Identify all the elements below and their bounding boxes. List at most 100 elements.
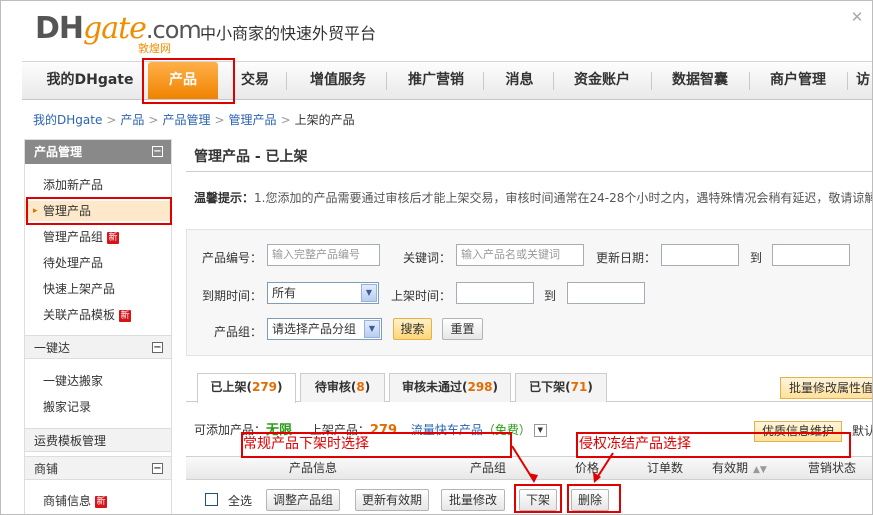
sidebar-section-product-management[interactable]: 产品管理 − xyxy=(25,140,171,164)
collapse-icon[interactable]: − xyxy=(152,342,163,353)
sort-icon[interactable]: ▲▼ xyxy=(753,465,767,475)
tab-paren: ) xyxy=(587,380,593,394)
nav-my-dhgate[interactable]: 我的DHgate xyxy=(40,62,140,99)
sidebar-item-pending-products[interactable]: 待处理产品 xyxy=(25,253,171,273)
table-header: 产品信息 产品组 价格 订单数 有效期 ▲▼ 营销状态 xyxy=(186,456,872,480)
sidebar-item-one-click-move[interactable]: 一键达搬家 xyxy=(25,371,171,391)
tab-rejected[interactable]: 审核未通过(298) xyxy=(389,373,511,402)
delist-button[interactable]: 下架 xyxy=(519,489,557,511)
listing-time-to-input[interactable] xyxy=(567,282,645,304)
tip-text: 温馨提示：1.您添加的产品需要通过审核后才能上架交易，审核时间通常在24-28个… xyxy=(194,189,872,206)
to-label: 到 xyxy=(544,289,557,303)
batch-attr-button[interactable]: 批量修改属性值 xyxy=(780,377,872,399)
group-value: 请选择产品分组 xyxy=(272,322,357,336)
breadcrumb-current: 上架的产品 xyxy=(294,113,355,127)
reset-button[interactable]: 重置 xyxy=(442,318,483,340)
sidebar-item-store-info[interactable]: 商铺信息新 xyxy=(25,491,171,511)
sidebar-item-label: 管理产品组 xyxy=(43,230,104,244)
sidebar-item-add-product[interactable]: 添加新产品 xyxy=(25,175,171,195)
nav-promotion[interactable]: 推广营销 xyxy=(396,62,476,99)
nav-separator xyxy=(386,72,387,90)
sidebar-section-store[interactable]: 商铺 − xyxy=(25,456,171,480)
breadcrumb-sep: > xyxy=(148,113,159,127)
tab-count: 298 xyxy=(467,380,493,394)
sidebar-section-one-click[interactable]: 一键达 − xyxy=(25,335,171,359)
update-date-from-input[interactable] xyxy=(661,244,739,266)
update-validity-button[interactable]: 更新有效期 xyxy=(355,489,429,511)
annotation-delist-note: 常规产品下架时选择 xyxy=(243,436,369,452)
nav-separator xyxy=(553,72,554,90)
breadcrumb-products[interactable]: 产品 xyxy=(120,113,144,127)
nav-funds[interactable]: 资金账户 xyxy=(562,62,642,99)
nav-trade[interactable]: 交易 xyxy=(230,62,280,99)
logo-gate: gate xyxy=(83,11,147,46)
nav-more[interactable]: 访 xyxy=(856,62,872,99)
nav-separator xyxy=(286,72,287,90)
select-all-label: 全选 xyxy=(228,494,253,508)
free-text: （免费） xyxy=(482,423,531,437)
logo-dh: DH xyxy=(35,11,84,46)
col-price: 价格 xyxy=(575,461,600,475)
tab-delisted[interactable]: 已下架(71) xyxy=(515,373,607,402)
sidebar-item-quick-listing[interactable]: 快速上架产品 xyxy=(25,279,171,299)
annotation-frozen-note: 侵权冻结产品选择 xyxy=(579,436,691,452)
tab-paren: ) xyxy=(364,380,371,394)
tab-listed[interactable]: 已上架(279) xyxy=(197,373,296,403)
tab-count: 279 xyxy=(251,380,278,394)
delete-button[interactable]: 删除 xyxy=(571,489,609,511)
flow-express-link[interactable]: 流量快车产品 xyxy=(411,423,483,437)
col-validity[interactable]: 有效期 ▲▼ xyxy=(712,457,767,479)
collapse-icon[interactable]: − xyxy=(152,146,163,157)
dropdown-arrow-icon[interactable]: ▼ xyxy=(533,424,547,437)
update-date-to-input[interactable] xyxy=(772,244,850,266)
keyword-input[interactable]: 输入产品名或关键词 xyxy=(456,244,584,266)
sidebar-item-label: 搬家记录 xyxy=(43,400,92,414)
nav-products[interactable]: 产品 xyxy=(148,62,218,99)
group-label: 产品组： xyxy=(214,325,263,339)
tab-pending-review[interactable]: 待审核(8) xyxy=(300,373,385,402)
dropdown-arrow-icon: ▼ xyxy=(364,320,380,338)
quality-info-button[interactable]: 优质信息维护 xyxy=(754,421,842,442)
nav-data[interactable]: 数据智囊 xyxy=(660,62,740,99)
expire-value: 所有 xyxy=(272,286,297,300)
nav-messages[interactable]: 消息 xyxy=(492,62,547,99)
group-select[interactable]: 请选择产品分组 ▼ xyxy=(267,318,382,340)
sidebar-item-label: 待处理产品 xyxy=(43,256,104,270)
breadcrumb-my-dhgate[interactable]: 我的DHgate xyxy=(33,113,102,127)
sidebar-item-label: 管理产品 xyxy=(43,204,92,218)
dropdown-arrow-icon: ▼ xyxy=(361,284,377,302)
main-nav: 我的DHgate 产品 交易 增值服务 推广营销 消息 资金账户 数据智囊 商户… xyxy=(22,61,872,100)
adjust-group-button[interactable]: 调整产品组 xyxy=(266,489,340,511)
select-all-checkbox[interactable] xyxy=(205,493,218,506)
sidebar-item-move-records[interactable]: 搬家记录 xyxy=(25,397,171,417)
page-title: 管理产品 - 已上架 xyxy=(194,149,308,165)
breadcrumb-manage-products[interactable]: 管理产品 xyxy=(229,113,277,127)
nav-merchant[interactable]: 商户管理 xyxy=(758,62,838,99)
col-product-info: 产品信息 xyxy=(289,461,338,475)
product-no-input[interactable]: 输入完整产品编号 xyxy=(267,244,380,266)
nav-value-added[interactable]: 增值服务 xyxy=(298,62,378,99)
sidebar-section-title: 商铺 xyxy=(34,462,59,476)
nav-separator xyxy=(749,72,750,90)
new-badge: 新 xyxy=(95,495,108,508)
search-button[interactable]: 搜索 xyxy=(393,318,432,340)
sidebar-item-related-template[interactable]: 关联产品模板新 xyxy=(25,305,171,325)
batch-edit-button[interactable]: 批量修改 xyxy=(441,489,505,511)
collapse-icon[interactable]: − xyxy=(152,463,163,474)
listing-time-from-input[interactable] xyxy=(456,282,534,304)
sidebar-item-manage-groups[interactable]: 管理产品组新 xyxy=(25,227,171,247)
header: DHgate.com 敦煌网 中小商家的快速外贸平台 ✕ xyxy=(1,1,872,61)
close-icon[interactable]: ✕ xyxy=(849,9,865,25)
listing-time-label: 上架时间： xyxy=(391,289,452,303)
tab-label: 已下架 xyxy=(529,380,566,394)
sidebar-item-manage-products[interactable]: 管理产品 xyxy=(25,201,171,221)
expire-select[interactable]: 所有 ▼ xyxy=(267,282,379,304)
default-sort-label[interactable]: 默认 xyxy=(852,422,872,439)
sidebar-section-shipping-template[interactable]: 运费模板管理 xyxy=(25,428,171,452)
logo-wordmark: DHgate.com xyxy=(35,11,202,46)
breadcrumb-product-management[interactable]: 产品管理 xyxy=(162,113,210,127)
breadcrumb-sep: > xyxy=(280,113,291,127)
logo-subtitle: 敦煌网 xyxy=(138,42,171,55)
sidebar-item-label: 快速上架产品 xyxy=(43,282,116,296)
sidebar-section-title: 产品管理 xyxy=(34,145,83,159)
